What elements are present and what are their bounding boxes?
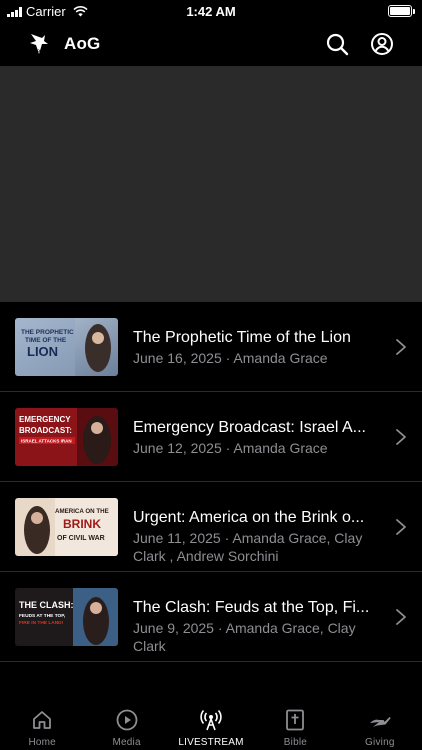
chevron-right-icon bbox=[396, 609, 406, 625]
tab-bar: Home Media LIVESTREAM Bible Giving bbox=[0, 702, 422, 750]
svg-text:FIRE IN THE LAND!: FIRE IN THE LAND! bbox=[19, 620, 64, 626]
tab-label: LIVESTREAM bbox=[178, 737, 244, 748]
tab-home[interactable]: Home bbox=[0, 702, 84, 750]
tab-bible[interactable]: Bible bbox=[253, 702, 337, 750]
list-item[interactable]: EMERGENCY BROADCAST: ISRAEL ATTACKS IRAN… bbox=[0, 392, 422, 482]
svg-text:THE PROPHETIC: THE PROPHETIC bbox=[21, 329, 74, 336]
episode-text: The Prophetic Time of the Lion June 16, … bbox=[133, 328, 378, 367]
episode-meta: June 16, 2025 · Amanda Grace bbox=[133, 350, 328, 366]
battery-icon bbox=[388, 5, 415, 17]
episode-text: Urgent: America on the Brink o... June 1… bbox=[133, 508, 378, 565]
episode-title: The Prophetic Time of the Lion bbox=[133, 329, 351, 346]
status-time: 1:42 AM bbox=[186, 4, 236, 19]
status-bar: Carrier 1:42 AM bbox=[0, 0, 422, 22]
svg-text:THE CLASH:: THE CLASH: bbox=[19, 600, 74, 610]
tab-media[interactable]: Media bbox=[84, 702, 168, 750]
episode-thumbnail: AMERICA ON THE BRINK OF CIVIL WAR bbox=[15, 498, 118, 556]
app-logo: AOG bbox=[30, 34, 48, 54]
episode-meta: June 9, 2025 · Amanda Grace, Clay Clark bbox=[133, 620, 356, 654]
tab-label: Media bbox=[112, 737, 141, 748]
episode-text: The Clash: Feuds at the Top, Fi... June … bbox=[133, 598, 378, 655]
play-circle-icon bbox=[116, 709, 138, 731]
episode-thumbnail: EMERGENCY BROADCAST: ISRAEL ATTACKS IRAN bbox=[15, 408, 118, 466]
tab-livestream[interactable]: LIVESTREAM bbox=[169, 702, 253, 750]
episode-title: Emergency Broadcast: Israel A... bbox=[133, 419, 366, 436]
tab-giving[interactable]: Giving bbox=[338, 702, 422, 750]
svg-text:ISRAEL ATTACKS IRAN: ISRAEL ATTACKS IRAN bbox=[21, 439, 72, 444]
episode-list: THE PROPHETIC TIME OF THE LION The Proph… bbox=[0, 302, 422, 662]
episode-meta: June 12, 2025 · Amanda Grace bbox=[133, 440, 328, 456]
svg-text:BRINK: BRINK bbox=[63, 517, 101, 531]
chevron-right-icon bbox=[396, 519, 406, 535]
bible-cross-icon bbox=[286, 709, 305, 731]
list-item[interactable]: THE CLASH: FEUDS AT THE TOP, FIRE IN THE… bbox=[0, 572, 422, 662]
episode-thumbnail: THE CLASH: FEUDS AT THE TOP, FIRE IN THE… bbox=[15, 588, 118, 646]
svg-text:OF CIVIL WAR: OF CIVIL WAR bbox=[57, 535, 105, 542]
svg-text:EMERGENCY: EMERGENCY bbox=[19, 415, 71, 424]
app-title: AoG bbox=[64, 34, 101, 53]
svg-text:TIME OF THE: TIME OF THE bbox=[25, 337, 67, 344]
svg-text:BROADCAST:: BROADCAST: bbox=[19, 426, 72, 435]
chevron-right-icon bbox=[396, 339, 406, 355]
giving-hand-icon bbox=[369, 717, 391, 727]
svg-text:LION: LION bbox=[27, 344, 58, 359]
episode-meta: June 11, 2025 · Amanda Grace, Clay Clark… bbox=[133, 530, 363, 564]
svg-text:AOG: AOG bbox=[34, 48, 43, 53]
svg-text:AMERICA ON THE: AMERICA ON THE bbox=[55, 508, 109, 515]
tab-label: Home bbox=[28, 737, 56, 748]
svg-text:FEUDS AT THE TOP,: FEUDS AT THE TOP, bbox=[19, 613, 66, 619]
home-icon bbox=[33, 711, 52, 729]
episode-thumbnail: THE PROPHETIC TIME OF THE LION bbox=[15, 318, 118, 376]
nav-bar: AOG AoG bbox=[0, 22, 422, 66]
episode-text: Emergency Broadcast: Israel A... June 12… bbox=[133, 418, 378, 457]
tab-label: Bible bbox=[283, 737, 308, 748]
broadcast-antenna-icon bbox=[200, 709, 222, 731]
search-icon[interactable] bbox=[325, 32, 349, 56]
list-item[interactable]: AMERICA ON THE BRINK OF CIVIL WAR Urgent… bbox=[0, 482, 422, 572]
episode-title: The Clash: Feuds at the Top, Fi... bbox=[133, 599, 370, 616]
tab-label: Giving bbox=[365, 737, 395, 748]
chevron-right-icon bbox=[396, 429, 406, 445]
profile-icon[interactable] bbox=[370, 32, 394, 56]
video-player[interactable] bbox=[0, 66, 422, 302]
episode-title: Urgent: America on the Brink o... bbox=[133, 509, 365, 526]
list-item[interactable]: THE PROPHETIC TIME OF THE LION The Proph… bbox=[0, 302, 422, 392]
